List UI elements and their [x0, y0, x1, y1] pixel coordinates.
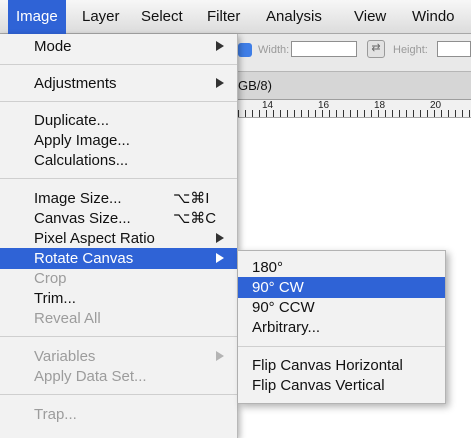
submenu-item-label: Flip Canvas Vertical: [252, 377, 385, 394]
submenu-item-flip-vertical[interactable]: Flip Canvas Vertical: [238, 375, 445, 396]
image-menu-dropdown: Mode Adjustments Duplicate... Apply Imag…: [0, 34, 238, 438]
menu-item-label: Reveal All: [34, 310, 101, 327]
menu-separator: [0, 64, 237, 65]
menu-separator: [0, 178, 237, 179]
menu-item-calculations[interactable]: Calculations...: [0, 150, 237, 171]
menu-item-label: Rotate Canvas: [34, 250, 134, 267]
submenu-item-flip-horizontal[interactable]: Flip Canvas Horizontal: [238, 355, 445, 376]
swap-arrows-icon[interactable]: ⇄: [367, 40, 385, 58]
submenu-item-label: 90° CCW: [252, 299, 315, 316]
shortcut-label: ⌥⌘C: [173, 210, 217, 227]
menu-item-label: Canvas Size...: [34, 210, 131, 227]
menu-bar: Image Layer Select Filter Analysis View …: [0, 0, 471, 34]
submenu-item-arbitrary[interactable]: Arbitrary...: [238, 317, 445, 338]
tool-option-icon[interactable]: [238, 43, 252, 57]
height-input[interactable]: [437, 41, 471, 57]
menu-filter[interactable]: Filter: [207, 0, 240, 34]
menu-separator: [0, 394, 237, 395]
menu-layer[interactable]: Layer: [82, 0, 120, 34]
menu-separator: [0, 336, 237, 337]
rotate-canvas-submenu: 180° 90° CW 90° CCW Arbitrary... Flip Ca…: [238, 250, 446, 404]
submenu-item-90-ccw[interactable]: 90° CCW: [238, 297, 445, 318]
menu-item-label: Adjustments: [34, 75, 117, 92]
width-input[interactable]: [291, 41, 357, 57]
menu-item-label: Duplicate...: [34, 112, 110, 129]
menu-item-trap: Trap...: [0, 404, 237, 425]
height-label: Height:: [393, 44, 428, 56]
submenu-item-90-cw[interactable]: 90° CW: [238, 277, 445, 298]
menu-image[interactable]: Image: [8, 0, 66, 34]
submenu-arrow-icon: [216, 233, 224, 243]
menu-item-adjustments[interactable]: Adjustments: [0, 73, 237, 94]
submenu-arrow-icon: [216, 351, 224, 361]
shortcut-label: ⌥⌘I: [173, 190, 210, 207]
menu-item-label: Apply Image...: [34, 132, 130, 149]
menu-item-crop: Crop: [0, 268, 237, 289]
menu-item-image-size[interactable]: Image Size... ⌥⌘I: [0, 188, 237, 209]
menu-item-rotate-canvas[interactable]: Rotate Canvas: [0, 248, 237, 269]
menu-item-label: Variables: [34, 348, 96, 365]
submenu-item-label: 180°: [252, 259, 284, 276]
submenu-item-label: Flip Canvas Horizontal: [252, 357, 403, 374]
menu-item-label: Trap...: [34, 406, 77, 423]
menu-item-apply-data-set: Apply Data Set...: [0, 366, 237, 387]
menu-item-duplicate[interactable]: Duplicate...: [0, 110, 237, 131]
submenu-arrow-icon: [216, 78, 224, 88]
menu-item-label: Crop: [34, 270, 67, 287]
width-label: Width:: [258, 44, 290, 56]
menu-item-pixel-aspect-ratio[interactable]: Pixel Aspect Ratio: [0, 228, 237, 249]
menu-item-apply-image[interactable]: Apply Image...: [0, 130, 237, 151]
submenu-arrow-icon: [216, 41, 224, 51]
menu-item-label: Image Size...: [34, 190, 122, 207]
ruler-ticks: [238, 110, 471, 117]
menu-separator: [0, 101, 237, 102]
menu-item-trim[interactable]: Trim...: [0, 288, 237, 309]
menu-window[interactable]: Windo: [412, 0, 455, 34]
menu-analysis[interactable]: Analysis: [266, 0, 322, 34]
submenu-item-180[interactable]: 180°: [238, 257, 445, 278]
menu-item-mode[interactable]: Mode: [0, 36, 237, 57]
menu-item-label: Calculations...: [34, 152, 129, 169]
menu-separator: [238, 346, 445, 347]
menu-item-reveal-all: Reveal All: [0, 308, 237, 329]
menu-item-canvas-size[interactable]: Canvas Size... ⌥⌘C: [0, 208, 237, 229]
menu-select[interactable]: Select: [141, 0, 183, 34]
menu-item-label: Trim...: [34, 290, 76, 307]
menu-item-label: Apply Data Set...: [34, 368, 147, 385]
menu-item-label: Mode: [34, 38, 72, 55]
menu-view[interactable]: View: [354, 0, 386, 34]
menu-item-label: Pixel Aspect Ratio: [34, 230, 155, 247]
document-title: GB/8): [238, 78, 272, 93]
menu-item-variables: Variables: [0, 346, 237, 367]
submenu-item-label: 90° CW: [252, 279, 304, 296]
submenu-arrow-icon: [216, 253, 224, 263]
submenu-item-label: Arbitrary...: [252, 319, 321, 336]
